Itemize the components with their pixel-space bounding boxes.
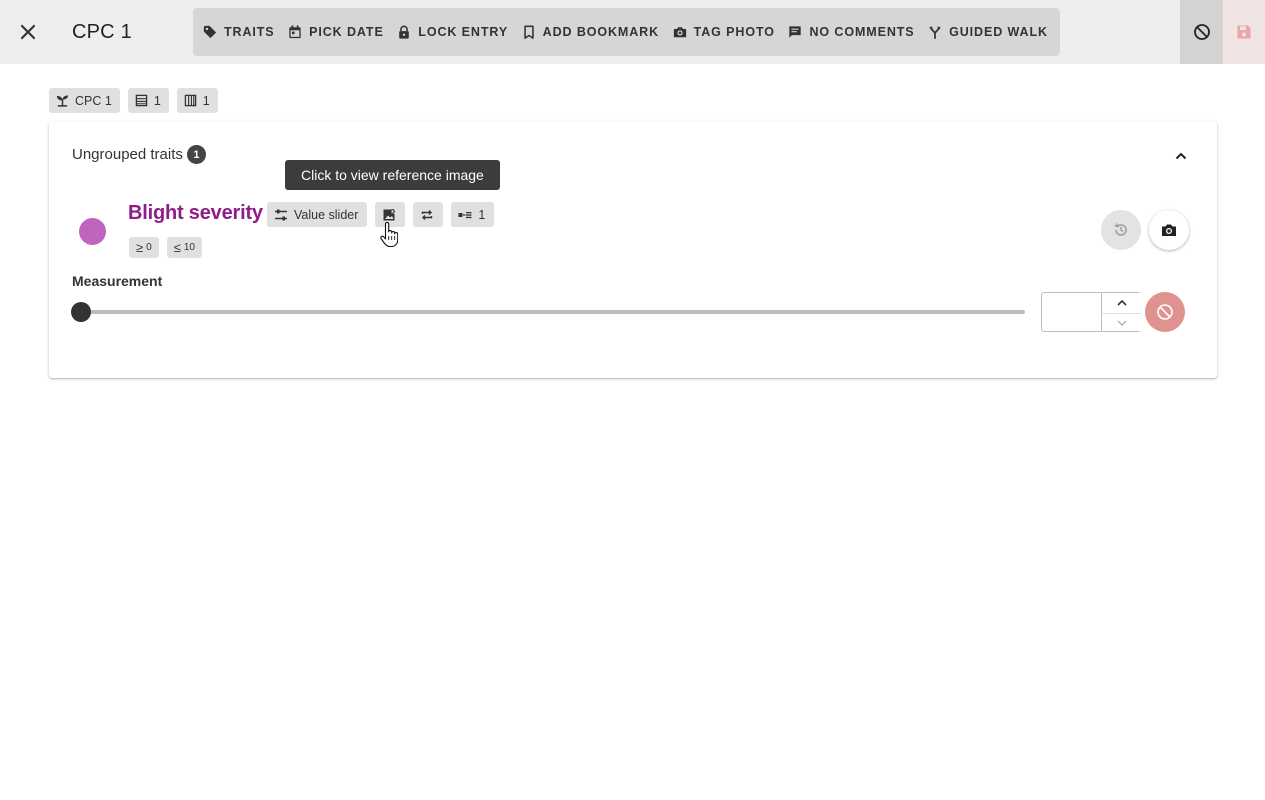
traits-label: TRAITS <box>224 25 275 39</box>
block-button[interactable] <box>1180 0 1223 64</box>
page-title: CPC 1 <box>72 21 132 43</box>
block-icon <box>1157 304 1173 320</box>
row-chip: 1 <box>127 88 169 113</box>
reference-image-tooltip: Click to view reference image <box>285 160 500 190</box>
tag-photo-button[interactable]: TAG PHOTO <box>667 14 781 50</box>
chevron-up-icon <box>1175 152 1187 160</box>
measurement-input[interactable] <box>1042 293 1100 331</box>
close-icon <box>20 24 36 40</box>
block-icon <box>1193 24 1210 40</box>
increment-button[interactable] <box>1101 293 1141 313</box>
comment-icon <box>789 26 802 38</box>
lock-icon <box>399 25 410 39</box>
value-slider-track[interactable] <box>81 310 1025 314</box>
group-count-badge: 1 <box>186 145 206 164</box>
history-button[interactable] <box>1101 210 1141 250</box>
tune-icon <box>275 209 287 220</box>
comments-label: NO COMMENTS <box>809 25 915 39</box>
add-bookmark-button[interactable]: ADD BOOKMARK <box>516 14 665 50</box>
germplasm-chip: CPC 1 <box>49 88 120 113</box>
traits-button[interactable]: TRAITS <box>197 14 281 50</box>
history-icon <box>1114 223 1127 236</box>
set-size-chip[interactable]: 1 <box>451 202 495 227</box>
image-search-icon <box>383 208 396 220</box>
bookmark-icon <box>523 25 534 39</box>
trait-type-chip[interactable]: Value slider <box>267 202 368 227</box>
column-chip: 1 <box>176 88 218 113</box>
plot-info-chips: CPC 1 1 1 <box>49 88 218 113</box>
plant-icon <box>56 95 69 107</box>
save-icon <box>1237 25 1251 39</box>
pick-date-label: PICK DATE <box>309 25 384 39</box>
save-button[interactable] <box>1223 0 1265 64</box>
trait-name: Blight severity <box>128 202 263 224</box>
camera-icon <box>673 27 686 38</box>
add-bookmark-label: ADD BOOKMARK <box>542 25 660 39</box>
rows-icon <box>135 94 148 107</box>
group-header: Ungrouped traits 1 <box>72 145 206 164</box>
collapse-group-button[interactable] <box>1167 142 1195 170</box>
guided-walk-button[interactable]: GUIDED WALK <box>922 14 1054 50</box>
columns-icon <box>184 94 197 107</box>
min-value: 0 <box>146 242 152 253</box>
camera-icon <box>1162 224 1176 236</box>
chevron-down-icon <box>1117 320 1126 326</box>
trait-photo-button[interactable] <box>1149 210 1189 250</box>
lock-entry-button[interactable]: LOCK ENTRY <box>391 14 514 50</box>
decrement-button[interactable] <box>1101 313 1141 331</box>
max-symbol: ≤ <box>173 240 181 255</box>
group-title: Ungrouped traits <box>72 146 183 163</box>
repeat-button[interactable] <box>413 202 444 227</box>
min-symbol: ≥ <box>136 240 144 255</box>
hand-cursor-icon <box>380 222 398 248</box>
calendar-icon <box>289 25 301 39</box>
comments-button[interactable]: NO COMMENTS <box>782 14 920 50</box>
lock-entry-label: LOCK ENTRY <box>418 25 509 39</box>
pick-date-button[interactable]: PICK DATE <box>282 14 390 50</box>
trait-color-dot <box>79 218 106 245</box>
repeat-icon <box>422 209 433 220</box>
trait-limits: ≥ 0 ≤ 10 <box>129 237 202 258</box>
value-slider-thumb[interactable] <box>71 302 91 322</box>
chevron-up-icon <box>1116 299 1127 306</box>
trait-group-card: Ungrouped traits 1 Blight severity Value… <box>49 122 1217 378</box>
germplasm-label: CPC 1 <box>75 93 112 108</box>
clear-value-button[interactable] <box>1145 292 1185 332</box>
top-bar: CPC 1 TRAITS PICK DATE LOCK ENTRY ADD BO… <box>0 0 1265 64</box>
set-size-label: 1 <box>478 207 486 222</box>
tag-photo-label: TAG PHOTO <box>693 25 775 39</box>
toolbar: TRAITS PICK DATE LOCK ENTRY ADD BOOKMARK… <box>193 8 1060 56</box>
column-label: 1 <box>202 93 210 108</box>
trait-type-label: Value slider <box>294 207 359 222</box>
max-limit-chip: ≤ 10 <box>166 237 202 258</box>
set-size-icon <box>458 211 472 218</box>
measurement-number-field <box>1041 292 1141 332</box>
guided-walk-label: GUIDED WALK <box>949 25 1048 39</box>
tag-icon <box>203 25 217 39</box>
close-button[interactable] <box>10 14 46 50</box>
measurement-label: Measurement <box>72 273 163 289</box>
min-limit-chip: ≥ 0 <box>129 237 159 258</box>
fork-icon <box>929 26 941 39</box>
row-label: 1 <box>153 93 161 108</box>
max-value: 10 <box>183 242 195 253</box>
